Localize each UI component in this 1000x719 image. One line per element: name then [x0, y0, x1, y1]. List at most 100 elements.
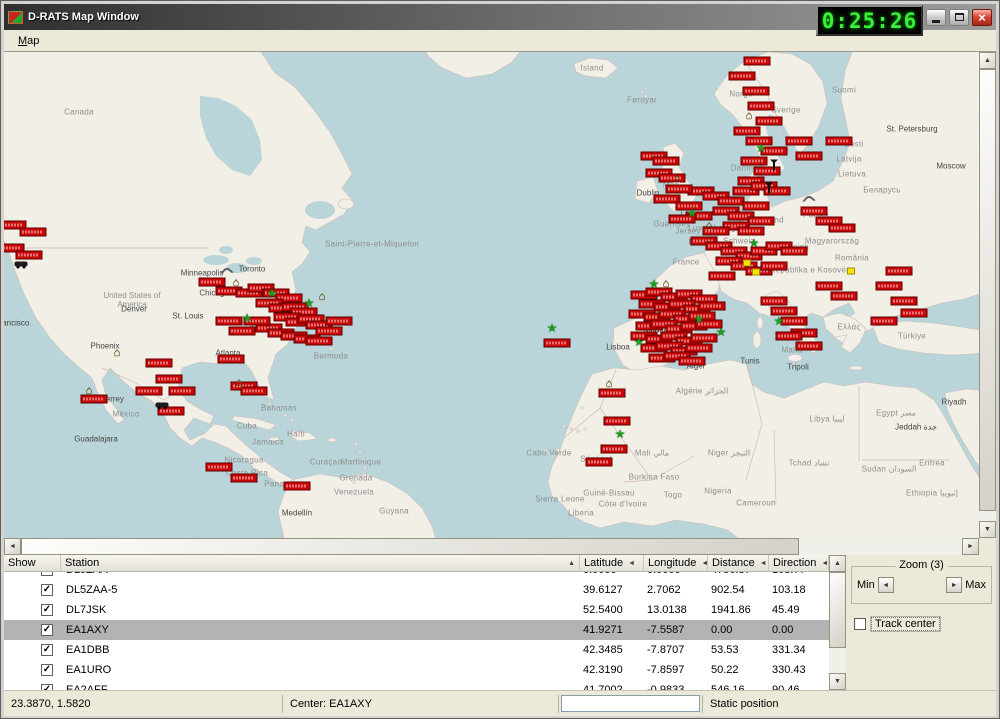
station-marker-star[interactable]: ★ — [774, 315, 785, 327]
map-vertical-scrollbar[interactable]: ▲ ▼ — [979, 52, 996, 538]
close-button[interactable]: × — [972, 9, 992, 26]
station-marker-red[interactable] — [699, 302, 726, 311]
station-marker-red[interactable] — [20, 228, 47, 237]
station-marker-red[interactable] — [156, 375, 183, 384]
station-marker-house[interactable]: ⌂ — [606, 379, 613, 390]
scroll-left-button[interactable]: ◄ — [4, 538, 21, 555]
station-marker-red[interactable] — [586, 458, 613, 467]
station-marker-house[interactable]: ⌂ — [319, 292, 326, 303]
station-marker-star[interactable]: ★ — [242, 312, 253, 324]
station-marker-red[interactable] — [826, 137, 853, 146]
table-row[interactable]: ✓DL5ZAA0.00000.00004756.87108.77 — [4, 572, 829, 580]
table-row[interactable]: ✓EA1AXY41.9271-7.55870.000.00 — [4, 620, 829, 640]
station-marker-red[interactable] — [146, 359, 173, 368]
station-marker-house[interactable]: ⌂ — [86, 386, 93, 397]
station-marker-star[interactable]: ★ — [716, 326, 727, 338]
station-marker-red[interactable] — [306, 337, 333, 346]
station-marker-red[interactable] — [653, 157, 680, 166]
minimize-button[interactable] — [926, 9, 946, 26]
station-marker-house[interactable]: ⌂ — [674, 174, 681, 185]
station-marker-house[interactable]: ⌂ — [746, 111, 753, 122]
track-center-label[interactable]: Track center — [871, 617, 940, 631]
table-scroll-track[interactable] — [829, 572, 846, 673]
map-hscroll-track[interactable] — [21, 538, 962, 555]
station-marker-red[interactable] — [831, 292, 858, 301]
station-marker-red[interactable] — [801, 207, 828, 216]
station-marker-red[interactable] — [136, 387, 163, 396]
station-marker-red[interactable] — [218, 355, 245, 364]
column-header-direction[interactable]: Direction◄ — [769, 555, 829, 572]
station-marker-red[interactable] — [781, 247, 808, 256]
station-marker-red[interactable] — [601, 445, 628, 454]
station-marker-house[interactable]: ⌂ — [663, 279, 670, 290]
status-entry-field[interactable] — [561, 695, 700, 712]
table-row[interactable]: ✓DL7JSK52.540013.01381941.8645.49 — [4, 600, 829, 620]
station-marker-red[interactable] — [81, 395, 108, 404]
station-marker-star[interactable]: ★ — [304, 297, 315, 309]
station-marker-flag[interactable] — [743, 260, 751, 267]
station-marker-red[interactable] — [544, 339, 571, 348]
track-center-checkbox[interactable] — [854, 618, 866, 630]
station-marker-red[interactable] — [748, 217, 775, 226]
station-marker-red[interactable] — [666, 185, 693, 194]
station-marker-star[interactable]: ★ — [615, 428, 626, 440]
station-marker-star[interactable]: ★ — [634, 336, 645, 348]
station-marker-red[interactable] — [679, 357, 706, 366]
station-marker-red[interactable] — [776, 332, 803, 341]
table-row[interactable]: ✓DL5ZAA-539.61272.7062902.54103.18 — [4, 580, 829, 600]
zoom-in-button[interactable]: ► — [946, 577, 962, 593]
station-marker-house[interactable]: ⌂ — [114, 348, 121, 359]
station-marker-red[interactable] — [169, 387, 196, 396]
table-scrollbar[interactable]: ▲ ▼ — [829, 555, 846, 690]
station-marker-red[interactable] — [206, 463, 233, 472]
scroll-right-button[interactable]: ► — [962, 538, 979, 555]
station-marker-red[interactable] — [729, 72, 756, 81]
show-checkbox[interactable]: ✓ — [41, 644, 53, 656]
station-marker-red[interactable] — [216, 317, 243, 326]
station-marker-red[interactable] — [229, 327, 256, 336]
station-marker-red[interactable] — [876, 282, 903, 291]
map-hscroll-thumb[interactable] — [21, 538, 799, 555]
map-vscroll-thumb[interactable] — [979, 69, 996, 511]
station-marker-house[interactable]: ⌂ — [706, 221, 713, 232]
column-header-latitude[interactable]: Latitude◄ — [580, 555, 644, 572]
maximize-button[interactable] — [949, 9, 969, 26]
station-marker-antenna[interactable] — [773, 162, 775, 171]
station-marker-flag[interactable] — [752, 269, 760, 276]
station-marker-red[interactable] — [871, 317, 898, 326]
station-marker-car[interactable] — [156, 403, 169, 408]
station-marker-red[interactable] — [786, 137, 813, 146]
station-marker-car[interactable] — [15, 262, 28, 267]
station-marker-red[interactable] — [829, 224, 856, 233]
station-marker-red[interactable] — [796, 152, 823, 161]
station-marker-red[interactable] — [738, 227, 765, 236]
table-row[interactable]: ✓EA1DBB42.3485-7.870753.53331.34 — [4, 640, 829, 660]
station-marker-antenna[interactable] — [768, 185, 770, 194]
station-marker-red[interactable] — [891, 297, 918, 306]
station-marker-red[interactable] — [284, 482, 311, 491]
table-row[interactable]: ✓EA2AFF41.7002-0.9833546.1690.46 — [4, 680, 829, 690]
station-marker-red[interactable] — [901, 309, 928, 318]
station-marker-red[interactable] — [886, 267, 913, 276]
station-marker-star[interactable]: ★ — [694, 313, 705, 325]
map-vscroll-track[interactable] — [979, 69, 996, 521]
table-row[interactable]: ✓EA1URO42.3190-7.859750.22330.43 — [4, 660, 829, 680]
station-marker-red[interactable] — [326, 317, 353, 326]
station-marker-red[interactable] — [734, 127, 761, 136]
station-marker-house[interactable]: ⌂ — [233, 278, 240, 289]
station-marker-red[interactable] — [158, 407, 185, 416]
station-marker-red[interactable] — [761, 262, 788, 271]
station-marker-red[interactable] — [599, 389, 626, 398]
show-checkbox[interactable]: ✓ — [41, 664, 53, 676]
column-header-distance[interactable]: Distance◄ — [708, 555, 769, 572]
station-marker-flag[interactable] — [847, 268, 855, 275]
station-marker-red[interactable] — [744, 57, 771, 66]
station-marker-red[interactable] — [741, 157, 768, 166]
station-marker-star[interactable]: ★ — [756, 142, 767, 154]
zoom-out-button[interactable]: ◄ — [878, 577, 894, 593]
station-marker-red[interactable] — [754, 167, 781, 176]
scroll-up-button[interactable]: ▲ — [979, 52, 996, 69]
column-header-station[interactable]: Station▲ — [61, 555, 580, 572]
show-checkbox[interactable]: ✓ — [41, 584, 53, 596]
show-checkbox[interactable]: ✓ — [41, 684, 53, 690]
